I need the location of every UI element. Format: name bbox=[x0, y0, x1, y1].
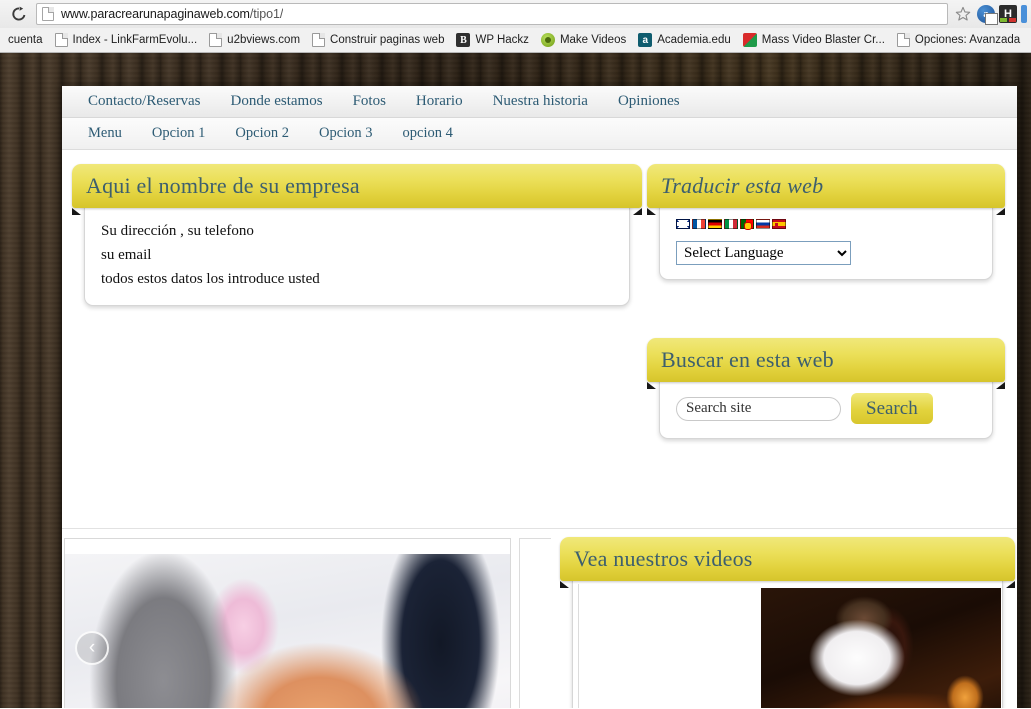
search-widget: Buscar en esta web Search bbox=[647, 338, 1005, 439]
bookmark-item[interactable]: Index - LinkFarmEvolu... bbox=[49, 30, 204, 50]
company-widget-body: Su dirección , su telefono su email todo… bbox=[84, 205, 630, 306]
translate-widget-header: Traducir esta web bbox=[647, 164, 1005, 215]
search-row: Search bbox=[676, 393, 976, 424]
nav-item-donde-estamos[interactable]: Donde estamos bbox=[215, 93, 337, 110]
videos-widget-body bbox=[572, 578, 1003, 708]
bookmark-item[interactable]: u2bviews.com bbox=[203, 30, 306, 50]
nav-item-menu[interactable]: Menu bbox=[73, 125, 137, 142]
nav-item-opcion-4[interactable]: opcion 4 bbox=[388, 125, 468, 142]
company-email-line: su email bbox=[101, 247, 152, 263]
page-wood-background: Contacto/Reservas Donde estamos Fotos Ho… bbox=[0, 53, 1031, 708]
nav-item-opcion-2[interactable]: Opcion 2 bbox=[220, 125, 304, 142]
search-widget-header: Buscar en esta web bbox=[647, 338, 1005, 389]
url-path: /tipo1/ bbox=[249, 7, 284, 21]
bookmark-label: WP Hackz bbox=[475, 34, 529, 46]
bookmarks-bar: cuenta Index - LinkFarmEvolu... u2bviews… bbox=[0, 28, 1031, 52]
nav-item-nuestra-historia[interactable]: Nuestra historia bbox=[478, 93, 603, 110]
nav-item-opcion-1[interactable]: Opcion 1 bbox=[137, 125, 221, 142]
spain-flag-icon[interactable] bbox=[772, 219, 786, 229]
make-videos-icon bbox=[540, 33, 555, 47]
company-note-line: todos estos datos los introduce usted bbox=[101, 271, 320, 287]
company-address-line: Su dirección , su telefono bbox=[101, 223, 254, 239]
bookmark-item[interactable]: cuenta bbox=[2, 30, 49, 50]
videos-widget: Vea nuestros videos bbox=[560, 537, 1015, 708]
image-slider: ‹ bbox=[64, 538, 511, 708]
bookmark-label: Mass Video Blaster Cr... bbox=[761, 34, 885, 46]
star-icon[interactable] bbox=[952, 3, 974, 25]
search-widget-title: Buscar en esta web bbox=[661, 347, 834, 372]
doc-icon bbox=[312, 33, 326, 47]
doc-icon bbox=[54, 33, 68, 47]
bookmark-item[interactable]: a Academia.edu bbox=[632, 30, 737, 50]
bookmark-label: Make Videos bbox=[559, 34, 627, 46]
search-widget-body: Search bbox=[659, 379, 993, 439]
search-button[interactable]: Search bbox=[851, 393, 933, 424]
doc-icon bbox=[209, 33, 223, 47]
academia-icon: a bbox=[638, 33, 653, 47]
nav-item-horario[interactable]: Horario bbox=[401, 93, 478, 110]
bookmark-label: Opciones: Avanzada bbox=[914, 34, 1021, 46]
video-thumbnail[interactable] bbox=[761, 588, 1001, 708]
address-bar-row: www.paracrearunapaginaweb.com/tipo1/ a H bbox=[0, 0, 1031, 28]
extension-icons: a H bbox=[974, 5, 1027, 25]
videos-widget-header: Vea nuestros videos bbox=[560, 537, 1015, 588]
translate-widget-body: Select Language bbox=[659, 205, 993, 280]
secondary-navigation: Menu Opcion 1 Opcion 2 Opcion 3 opcion 4 bbox=[62, 118, 1017, 150]
portugal-flag-icon[interactable] bbox=[740, 219, 754, 230]
bookmark-item[interactable]: B WP Hackz bbox=[450, 30, 534, 50]
hootsuite-extension-icon[interactable]: H bbox=[999, 5, 1017, 23]
wp-hackz-icon: B bbox=[456, 33, 471, 47]
bookmark-label: Construir paginas web bbox=[330, 34, 445, 46]
alexa-extension-icon[interactable]: a bbox=[977, 5, 998, 25]
page-icon bbox=[42, 7, 54, 21]
url-text: www.paracrearunapaginaweb.com/tipo1/ bbox=[61, 7, 283, 21]
company-widget-title: Aqui el nombre de su empresa bbox=[86, 173, 360, 198]
bookmark-item[interactable]: Mass Video Blaster Cr... bbox=[737, 30, 891, 50]
bookmark-label: cuenta bbox=[8, 34, 43, 46]
slider-prev-arrow-icon[interactable]: ‹ bbox=[75, 631, 109, 665]
russia-flag-icon[interactable] bbox=[756, 219, 770, 229]
nav-item-opiniones[interactable]: Opiniones bbox=[603, 93, 695, 110]
germany-flag-icon[interactable] bbox=[708, 219, 722, 229]
bookmark-label: Index - LinkFarmEvolu... bbox=[72, 34, 198, 46]
nav-item-contacto[interactable]: Contacto/Reservas bbox=[73, 93, 215, 110]
bookmark-label: Academia.edu bbox=[657, 34, 731, 46]
mass-video-blaster-icon bbox=[742, 33, 757, 47]
bookmark-item[interactable]: Tub bbox=[1026, 30, 1031, 50]
translate-widget-title: Traducir esta web bbox=[661, 173, 824, 198]
italy-flag-icon[interactable] bbox=[724, 219, 738, 229]
bookmark-label: u2bviews.com bbox=[227, 34, 301, 46]
url-host: www.paracrearunapaginaweb.com bbox=[61, 7, 250, 21]
primary-navigation: Contacto/Reservas Donde estamos Fotos Ho… bbox=[62, 86, 1017, 118]
search-input[interactable] bbox=[676, 396, 841, 421]
translate-widget: Traducir esta web Select Language bbox=[647, 164, 1005, 280]
section-divider bbox=[62, 528, 1017, 529]
slider-side-panel bbox=[519, 538, 551, 708]
videos-widget-title: Vea nuestros videos bbox=[574, 546, 753, 571]
company-widget-header: Aqui el nombre de su empresa bbox=[72, 164, 642, 215]
videos-left-rail bbox=[578, 584, 579, 708]
bookmark-item[interactable]: Construir paginas web bbox=[306, 30, 450, 50]
company-widget: Aqui el nombre de su empresa Su direcció… bbox=[72, 164, 642, 306]
handshake-image bbox=[65, 554, 510, 708]
scrollbar-edge bbox=[1021, 5, 1027, 23]
uk-flag-icon[interactable] bbox=[676, 219, 690, 229]
bookmark-item[interactable]: Make Videos bbox=[535, 30, 632, 50]
language-select[interactable]: Select Language bbox=[676, 241, 851, 265]
omnibox[interactable]: www.paracrearunapaginaweb.com/tipo1/ bbox=[36, 3, 948, 25]
language-flags bbox=[676, 219, 976, 230]
bookmark-item[interactable]: Opciones: Avanzada bbox=[891, 30, 1026, 50]
france-flag-icon[interactable] bbox=[692, 219, 706, 229]
browser-chrome: www.paracrearunapaginaweb.com/tipo1/ a H… bbox=[0, 0, 1031, 53]
nav-item-opcion-3[interactable]: Opcion 3 bbox=[304, 125, 388, 142]
site-container: Contacto/Reservas Donde estamos Fotos Ho… bbox=[62, 86, 1017, 708]
reload-icon[interactable] bbox=[6, 3, 32, 25]
nav-item-fotos[interactable]: Fotos bbox=[338, 93, 401, 110]
doc-icon bbox=[896, 33, 910, 47]
